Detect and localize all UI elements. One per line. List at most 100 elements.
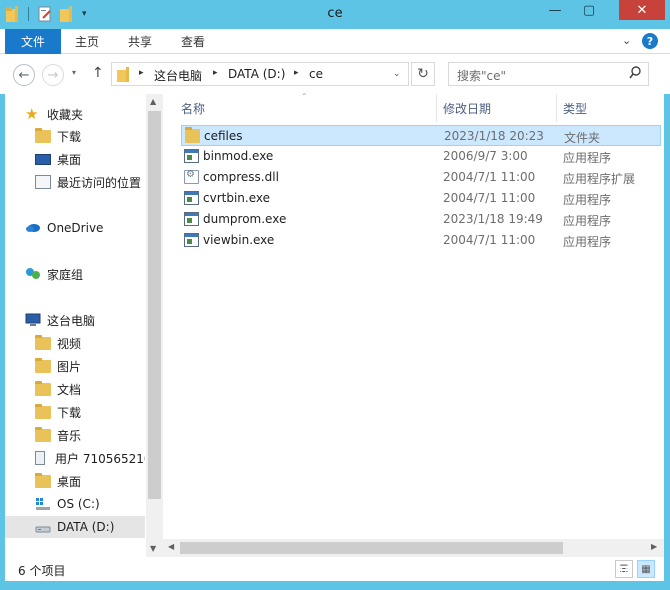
- nav-onedrive[interactable]: OneDrive: [5, 217, 145, 239]
- file-row-binmod[interactable]: binmod.exe 2006/9/7 3:00 应用程序: [181, 146, 661, 167]
- sort-ascending-icon: ⌃: [301, 92, 308, 101]
- maximize-button[interactable]: ▢: [574, 0, 604, 20]
- exe-icon: [184, 191, 199, 205]
- nav-label: 家庭组: [47, 267, 84, 282]
- close-button[interactable]: ✕: [619, 0, 665, 20]
- expand-ribbon-icon[interactable]: ⌄: [622, 34, 631, 47]
- tab-share[interactable]: 共享: [128, 29, 152, 54]
- minimize-button[interactable]: —: [540, 0, 570, 20]
- nav-label: 桌面: [57, 152, 82, 167]
- horizontal-scrollbar[interactable]: ◀ ▶: [163, 539, 664, 557]
- music-folder-icon: [35, 426, 51, 442]
- file-type: 应用程序扩展: [563, 172, 636, 186]
- nav-user-folder[interactable]: 用户 710565210: [5, 447, 145, 469]
- system-drive-icon: [35, 497, 51, 511]
- nav-downloads-pc[interactable]: 下载: [5, 401, 145, 423]
- nav-videos[interactable]: 视频: [5, 332, 145, 354]
- folder-icon: [185, 127, 200, 143]
- nav-desktop-pc[interactable]: 桌面: [5, 470, 145, 492]
- refresh-icon: ↻: [417, 66, 429, 82]
- forward-button[interactable]: →: [42, 64, 64, 86]
- scroll-right-icon[interactable]: ▶: [651, 542, 657, 551]
- column-divider[interactable]: [436, 94, 437, 122]
- file-date: 2004/7/1 11:00: [443, 170, 536, 184]
- large-icons-view-button[interactable]: ▦: [637, 560, 655, 578]
- nav-label: 收藏夹: [47, 107, 84, 122]
- breadcrumb-data-drive[interactable]: DATA (D:): [228, 67, 285, 81]
- file-type: 应用程序: [563, 235, 612, 249]
- nav-label: OneDrive: [47, 221, 104, 235]
- tab-view[interactable]: 查看: [181, 29, 205, 54]
- scroll-left-icon[interactable]: ◀: [168, 542, 174, 551]
- nav-label: 下载: [57, 129, 82, 144]
- nav-label: 最近访问的位置: [57, 175, 142, 190]
- address-folder-icon: [117, 67, 131, 85]
- nav-this-pc[interactable]: 这台电脑: [5, 309, 145, 331]
- file-row-viewbin[interactable]: viewbin.exe 2004/7/1 11:00 应用程序: [181, 230, 661, 251]
- navigation-scrollbar[interactable]: ▲ ▼: [146, 94, 163, 557]
- nav-music[interactable]: 音乐: [5, 424, 145, 446]
- column-header-type[interactable]: 类型: [563, 94, 587, 122]
- scrollbar-thumb[interactable]: [148, 111, 161, 499]
- address-history-dropdown-icon[interactable]: ⌄: [393, 69, 401, 79]
- file-type: 应用程序: [563, 151, 612, 165]
- column-header-name[interactable]: 名称: [181, 94, 205, 122]
- nav-favorites[interactable]: ★ 收藏夹: [5, 103, 145, 125]
- column-divider[interactable]: [556, 94, 557, 122]
- file-date: 2023/1/18 20:23: [444, 129, 544, 143]
- nav-data-drive[interactable]: DATA (D:): [5, 516, 145, 538]
- file-date: 2004/7/1 11:00: [443, 191, 536, 205]
- forward-arrow-icon: →: [47, 67, 59, 83]
- ribbon-tabs: 文件 主页 共享 查看 ⌄ ?: [0, 29, 670, 54]
- back-button[interactable]: ←: [13, 64, 35, 86]
- navigation-pane: ★ 收藏夹 下载 桌面 最近访问的位置 OneDrive 家庭组 这台电脑 视频…: [5, 94, 145, 557]
- breadcrumb-separator-icon[interactable]: ▸: [213, 68, 218, 78]
- file-row-dumprom[interactable]: dumprom.exe 2023/1/18 19:49 应用程序: [181, 209, 661, 230]
- file-row-cvrtbin[interactable]: cvrtbin.exe 2004/7/1 11:00 应用程序: [181, 188, 661, 209]
- refresh-button[interactable]: ↻: [411, 62, 435, 86]
- nav-pictures[interactable]: 图片: [5, 355, 145, 377]
- file-date: 2006/9/7 3:00: [443, 149, 528, 163]
- item-count: 6 个项目: [18, 564, 66, 578]
- tab-home[interactable]: 主页: [75, 29, 99, 54]
- column-header-date[interactable]: 修改日期: [443, 94, 491, 122]
- file-row-cefiles[interactable]: cefiles 2023/1/18 20:23 文件夹: [181, 125, 661, 146]
- nav-label: DATA (D:): [57, 520, 115, 534]
- explorer-window: ▾ ce — ▢ ✕ 文件 主页 共享 查看 ⌄ ? ← → ▾ ↑ ▸ 这台电…: [0, 0, 670, 590]
- exe-icon: [184, 212, 199, 226]
- search-icon[interactable]: [629, 66, 641, 82]
- desktop-icon: [35, 153, 51, 165]
- pictures-folder-icon: [35, 357, 51, 373]
- tab-file[interactable]: 文件: [5, 29, 61, 54]
- file-type: 应用程序: [563, 214, 612, 228]
- search-box[interactable]: 搜索"ce": [448, 62, 649, 86]
- address-bar[interactable]: ▸ 这台电脑 ▸ DATA (D:) ▸ ce ⌄: [111, 62, 409, 86]
- nav-homegroup[interactable]: 家庭组: [5, 263, 145, 285]
- breadcrumb-this-pc[interactable]: 这台电脑: [154, 67, 202, 84]
- file-name: dumprom.exe: [203, 212, 287, 226]
- scroll-up-icon[interactable]: ▲: [150, 97, 156, 106]
- nav-desktop[interactable]: 桌面: [5, 148, 145, 170]
- homegroup-icon: [25, 267, 41, 281]
- breadcrumb-separator-icon[interactable]: ▸: [139, 68, 144, 78]
- recent-locations-dropdown-icon[interactable]: ▾: [72, 68, 76, 77]
- file-name: cvrtbin.exe: [203, 191, 270, 205]
- scroll-down-icon[interactable]: ▼: [150, 544, 156, 553]
- up-arrow-icon[interactable]: ↑: [92, 65, 104, 81]
- file-date: 2023/1/18 19:49: [443, 212, 543, 226]
- breadcrumb-ce[interactable]: ce: [309, 67, 323, 81]
- file-type: 文件夹: [564, 131, 601, 145]
- nav-recent-places[interactable]: 最近访问的位置: [5, 171, 145, 193]
- nav-downloads[interactable]: 下载: [5, 125, 145, 147]
- explorer-content: ★ 收藏夹 下载 桌面 最近访问的位置 OneDrive 家庭组 这台电脑 视频…: [5, 92, 664, 557]
- nav-documents[interactable]: 文档: [5, 378, 145, 400]
- file-row-compress[interactable]: compress.dll 2004/7/1 11:00 应用程序扩展: [181, 167, 661, 188]
- horizontal-scrollbar-thumb[interactable]: [180, 542, 563, 554]
- nav-os-drive[interactable]: OS (C:): [5, 493, 145, 515]
- cloud-icon: [25, 221, 41, 235]
- nav-label: 图片: [57, 359, 82, 374]
- exe-icon: [184, 149, 199, 163]
- search-input[interactable]: 搜索"ce": [457, 67, 506, 84]
- help-button[interactable]: ?: [642, 33, 658, 49]
- breadcrumb-separator-icon[interactable]: ▸: [294, 68, 299, 78]
